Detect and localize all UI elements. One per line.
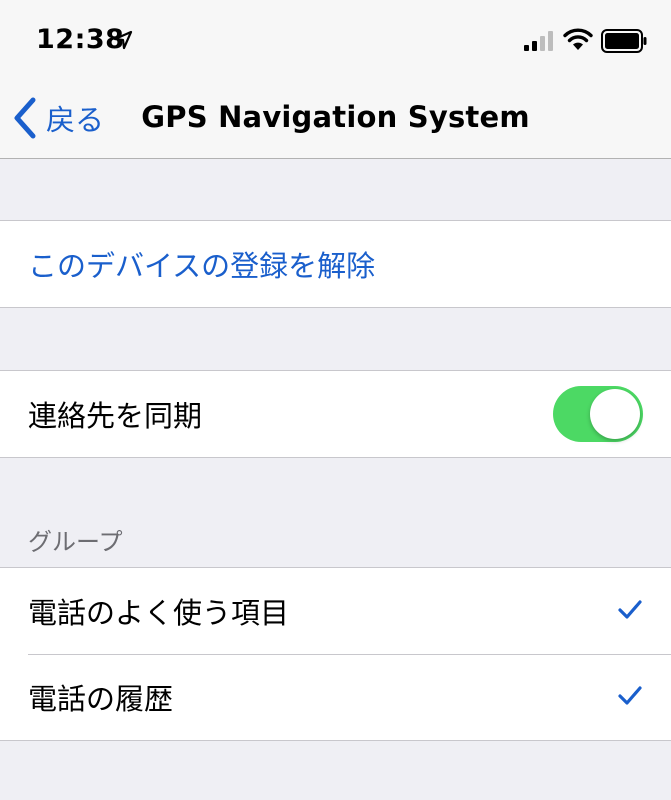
groups-list: 電話のよく使う項目 電話の履歴	[0, 567, 671, 741]
list-item-label: 電話のよく使う項目	[28, 596, 290, 630]
list-item-phone-favorites[interactable]: 電話のよく使う項目	[0, 568, 671, 654]
wifi-icon	[563, 28, 593, 50]
device-group: このデバイスの登録を解除	[0, 220, 671, 308]
sync-contacts-row: 連絡先を同期	[0, 371, 671, 457]
section-header-groups: グループ	[28, 528, 123, 556]
page-title: GPS Navigation System	[141, 100, 530, 134]
status-bar: 12:38	[0, 0, 671, 80]
battery-icon	[601, 29, 647, 53]
checkmark-icon	[618, 600, 642, 619]
sync-contacts-label: 連絡先を同期	[28, 399, 203, 433]
unregister-device-button[interactable]: このデバイスの登録を解除	[0, 221, 671, 307]
toggle-knob	[590, 389, 640, 439]
list-item-phone-history[interactable]: 電話の履歴	[0, 654, 671, 740]
navigation-bar: 戻る GPS Navigation System	[0, 80, 671, 159]
checkmark-icon	[618, 686, 642, 705]
sync-contacts-toggle[interactable]	[553, 386, 643, 442]
location-arrow-icon	[113, 30, 133, 50]
sync-group: 連絡先を同期	[0, 370, 671, 458]
status-time: 12:38	[36, 24, 125, 55]
cellular-signal-icon	[524, 31, 553, 51]
list-item-label: 電話の履歴	[28, 682, 174, 716]
